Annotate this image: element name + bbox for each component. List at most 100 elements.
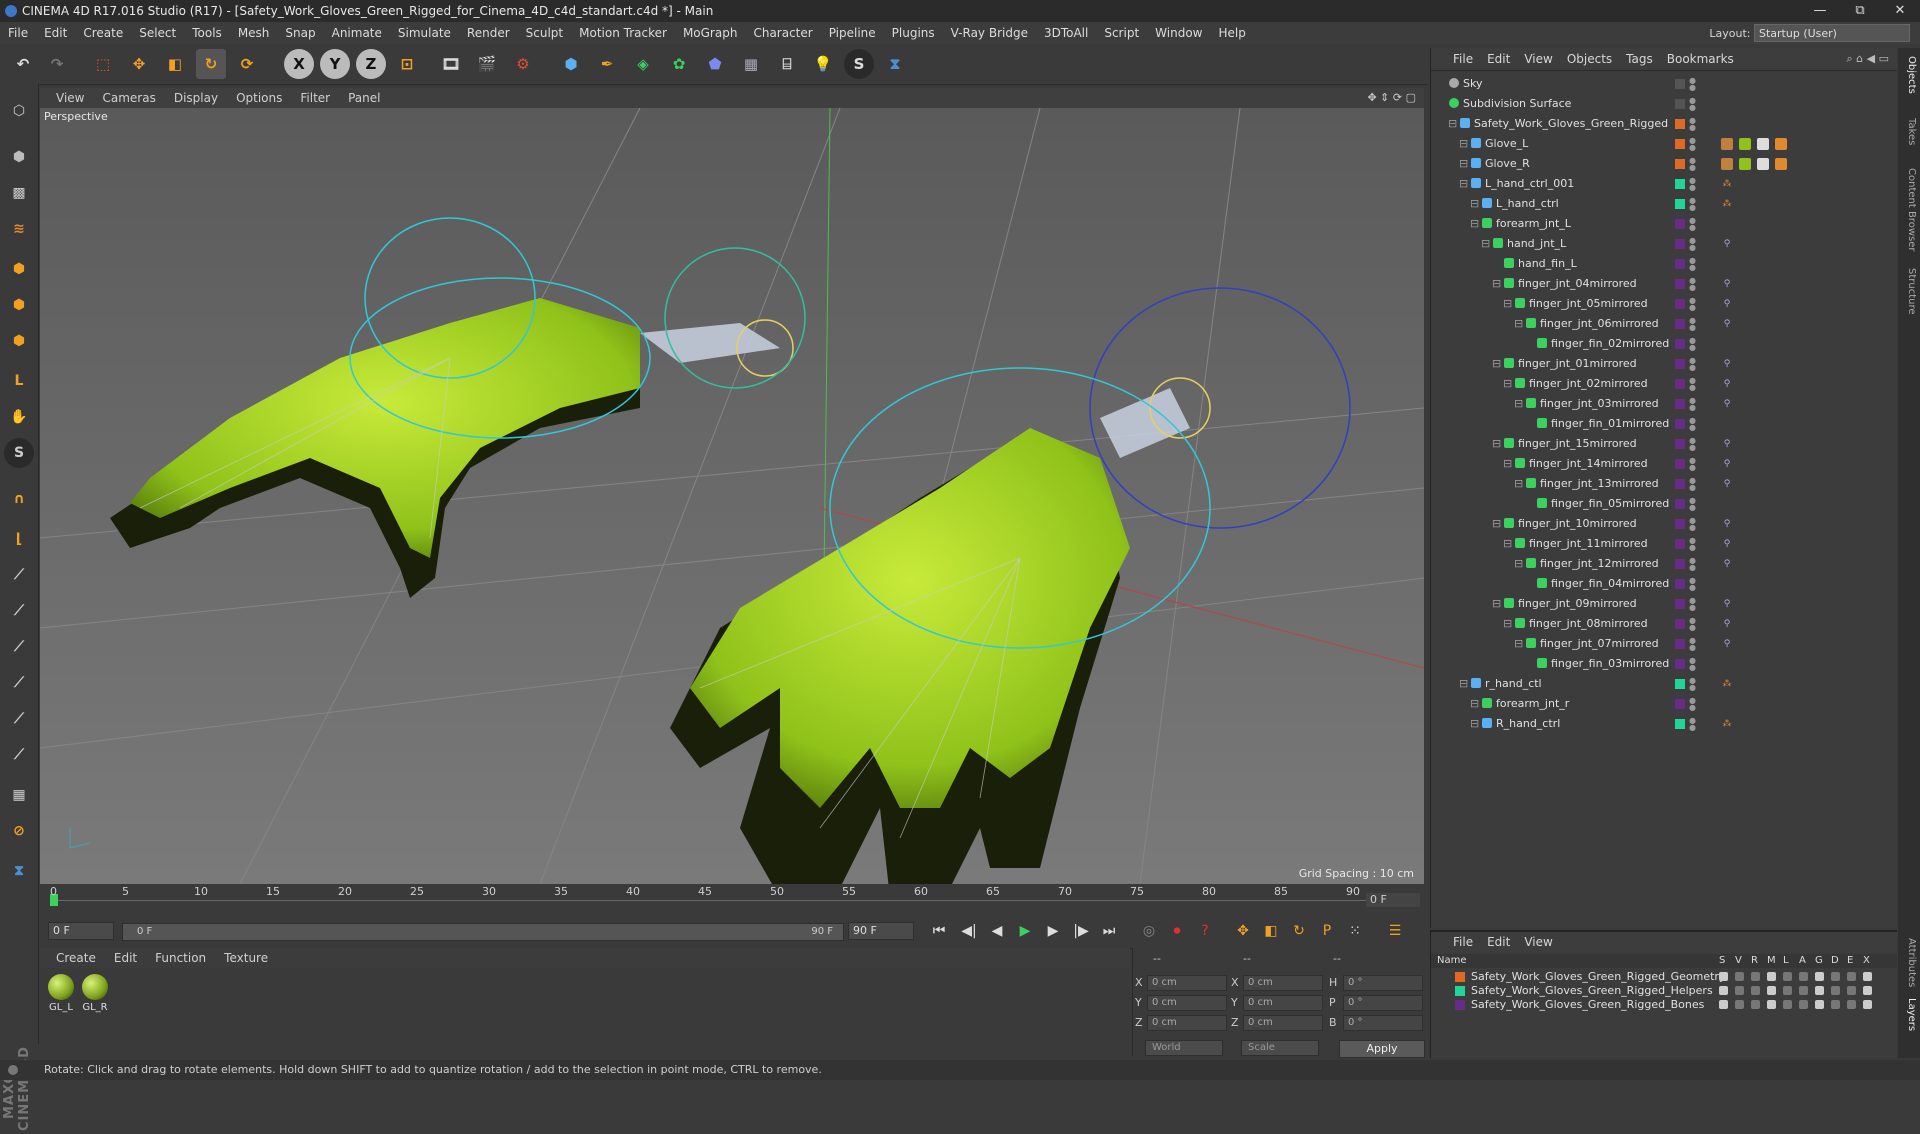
constraint-tag-icon[interactable]: ⁂ — [1721, 198, 1733, 210]
material-tag-icon[interactable] — [1757, 158, 1769, 170]
object-row[interactable]: ⊟ finger_jnt_04mirrored ● ● ⚲ — [1431, 274, 1897, 294]
layer-toggle-icon[interactable] — [1735, 1000, 1744, 1009]
expand-toggle-icon[interactable]: ⊟ — [1459, 154, 1468, 174]
layer-color-swatch[interactable] — [1675, 359, 1685, 369]
layers-menu-edit[interactable]: Edit — [1480, 932, 1517, 952]
visibility-dots-icon[interactable]: ● ● — [1689, 237, 1696, 252]
layer-color-swatch[interactable] — [1675, 379, 1685, 389]
size-x-field[interactable]: 0 cm — [1243, 975, 1323, 991]
layer-color-swatch[interactable] — [1675, 679, 1685, 689]
layer-toggle-icon[interactable] — [1863, 972, 1872, 981]
floor-icon[interactable]: ▦ — [736, 49, 766, 79]
layer-toggle-icon[interactable] — [1847, 972, 1856, 981]
menu-select[interactable]: Select — [131, 22, 184, 44]
layer-color-swatch[interactable] — [1675, 139, 1685, 149]
layer-row[interactable]: Safety_Work_Gloves_Green_Rigged_Helpers — [1431, 984, 1897, 998]
object-row[interactable]: ⊟ forearm_jnt_r ● ● — [1431, 694, 1897, 714]
loop-tool-icon[interactable]: ⟋ — [4, 740, 34, 770]
layer-row[interactable]: Safety_Work_Gloves_Green_Rigged_Bones — [1431, 998, 1897, 1012]
material-tag-icon[interactable] — [1757, 138, 1769, 150]
layer-color-swatch[interactable] — [1675, 419, 1685, 429]
object-row[interactable]: ⊟ finger_jnt_07mirrored ● ● ⚲ — [1431, 634, 1897, 654]
expand-toggle-icon[interactable]: ⊟ — [1514, 394, 1523, 414]
recent-tools-icon[interactable]: ⟳ — [232, 49, 262, 79]
objects-menu-edit[interactable]: Edit — [1480, 48, 1517, 70]
timeline-window-icon[interactable]: ☰ — [1384, 920, 1406, 942]
spline-pen-icon[interactable]: ✒ — [592, 49, 622, 79]
object-row[interactable]: finger_fin_03mirrored ● ● — [1431, 654, 1897, 674]
menu-help[interactable]: Help — [1210, 22, 1253, 44]
constraint-tag-icon[interactable]: ⁂ — [1721, 678, 1733, 690]
expand-toggle-icon[interactable]: ⊟ — [1503, 614, 1512, 634]
visibility-dots-icon[interactable]: ● ● — [1689, 617, 1696, 632]
layer-toggle-icon[interactable] — [1751, 986, 1760, 995]
object-row[interactable]: ⊟ forearm_jnt_L ● ● — [1431, 214, 1897, 234]
layer-color-swatch[interactable] — [1675, 559, 1685, 569]
apply-button[interactable]: Apply — [1339, 1040, 1425, 1058]
expand-toggle-icon[interactable]: ⊟ — [1470, 694, 1479, 714]
objects-menu-objects[interactable]: Objects — [1560, 48, 1619, 70]
object-row[interactable]: ⊟ finger_jnt_08mirrored ● ● ⚲ — [1431, 614, 1897, 634]
render-view-icon[interactable]: 🎞 — [436, 49, 466, 79]
layer-color-swatch[interactable] — [1675, 259, 1685, 269]
snap-icon[interactable]: S — [4, 438, 34, 468]
previous-key-icon[interactable]: ◀| — [958, 920, 980, 942]
layer-toggle-icon[interactable] — [1719, 986, 1728, 995]
viewport-navigate-icon[interactable]: ✥ ⇕ ⟳ ▢ — [1367, 88, 1416, 108]
objects-menu-tags[interactable]: Tags — [1619, 48, 1660, 70]
layer-color-swatch[interactable] — [1675, 599, 1685, 609]
layer-toggle-icon[interactable] — [1799, 1000, 1808, 1009]
axis-mode-icon[interactable]: L — [4, 366, 34, 396]
ik-tag-icon[interactable]: ⚲ — [1721, 378, 1733, 390]
size-mode-dropdown[interactable]: Scale — [1241, 1040, 1319, 1056]
visibility-dots-icon[interactable]: ● ● — [1689, 537, 1696, 552]
material-tag-icon[interactable] — [1739, 138, 1751, 150]
live-selection-icon[interactable]: ⬚ — [88, 49, 118, 79]
expand-toggle-icon[interactable]: ⊟ — [1492, 354, 1501, 374]
visibility-dots-icon[interactable]: ● ● — [1689, 517, 1696, 532]
layers-menu-view[interactable]: View — [1517, 932, 1559, 952]
next-key-icon[interactable]: |▶ — [1070, 920, 1092, 942]
layer-toggle-icon[interactable] — [1719, 972, 1728, 981]
menu-vray-bridge[interactable]: V-Ray Bridge — [943, 22, 1036, 44]
layer-color-swatch[interactable] — [1675, 539, 1685, 549]
rotate-icon[interactable]: ↻ — [196, 49, 226, 79]
next-frame-icon[interactable]: ▶ — [1042, 920, 1064, 942]
layer-color-swatch[interactable] — [1675, 299, 1685, 309]
tab-takes[interactable]: Takes — [1901, 118, 1917, 145]
ik-tag-icon[interactable]: ⚲ — [1721, 478, 1733, 490]
x-axis-lock[interactable]: X — [284, 49, 314, 79]
layer-color-swatch[interactable] — [1675, 619, 1685, 629]
undo-icon[interactable]: ↶ — [8, 49, 38, 79]
visibility-dots-icon[interactable]: ● ● — [1689, 477, 1696, 492]
scale-icon[interactable]: ◧ — [160, 49, 190, 79]
expand-toggle-icon[interactable]: ⊟ — [1459, 174, 1468, 194]
material-tag-icon[interactable] — [1775, 138, 1787, 150]
object-row[interactable]: ⊟ L_hand_ctrl ● ● ⁂ — [1431, 194, 1897, 214]
visibility-dots-icon[interactable]: ● ● — [1689, 177, 1696, 192]
visibility-dots-icon[interactable]: ● ● — [1689, 677, 1696, 692]
ik-tag-icon[interactable]: ⚲ — [1721, 598, 1733, 610]
key-parameter-icon[interactable]: P — [1316, 920, 1338, 942]
layer-color-swatch[interactable] — [1675, 399, 1685, 409]
previous-frame-icon[interactable]: ◀ — [986, 920, 1008, 942]
layer-color-swatch[interactable] — [1675, 79, 1685, 89]
layer-color-swatch[interactable] — [1455, 972, 1465, 982]
layer-color-swatch[interactable] — [1675, 319, 1685, 329]
render-picture-viewer-icon[interactable]: 🎬 — [472, 49, 502, 79]
visibility-dots-icon[interactable]: ● ● — [1689, 557, 1696, 572]
tweak-mode-icon[interactable]: ✋ — [4, 402, 34, 432]
rotation-h-field[interactable]: 0 ° — [1343, 975, 1423, 991]
layer-color-swatch[interactable] — [1675, 339, 1685, 349]
visibility-dots-icon[interactable]: ● ● — [1689, 637, 1696, 652]
tab-attributes[interactable]: Attributes — [1901, 938, 1917, 987]
object-row[interactable]: ⊟ finger_jnt_13mirrored ● ● ⚲ — [1431, 474, 1897, 494]
bridge-tool-icon[interactable]: ⟋ — [4, 704, 34, 734]
close-button[interactable]: ✕ — [1880, 0, 1920, 22]
objects-menu-file[interactable]: File — [1431, 48, 1480, 70]
tab-layers[interactable]: Layers — [1901, 998, 1917, 1031]
layer-color-swatch[interactable] — [1675, 479, 1685, 489]
menu-render[interactable]: Render — [459, 22, 518, 44]
object-row[interactable]: ⊟ finger_jnt_06mirrored ● ● ⚲ — [1431, 314, 1897, 334]
object-row[interactable]: Sky ● ● — [1431, 74, 1897, 94]
